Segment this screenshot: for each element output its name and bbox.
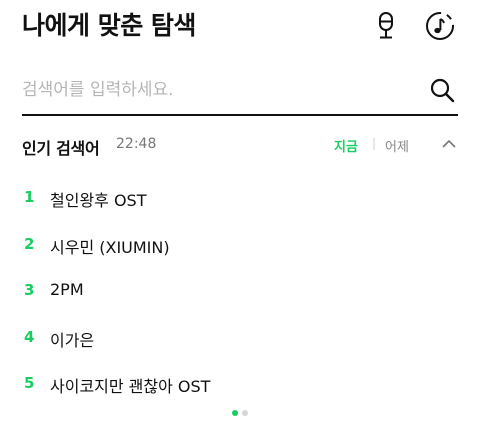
rank-number: 2 (24, 234, 35, 253)
trending-time: 22:48 (116, 136, 157, 152)
tab-yesterday[interactable]: 어제 (385, 136, 409, 155)
rank-number: 5 (24, 374, 35, 392)
rank-number: 4 (24, 327, 35, 346)
keyword-link[interactable]: 시우민 (XIUMIN) (50, 234, 170, 258)
rank-number: 1 (24, 188, 35, 206)
search-bar (22, 70, 458, 116)
microphone-icon (379, 12, 393, 39)
collapse-button[interactable] (440, 136, 458, 152)
search-page: 나에게 맞춘 탐색 인기 (0, 0, 480, 436)
chevron-up-icon (442, 139, 456, 148)
list-item[interactable]: 5 사이코지만 괜찮아 OST (22, 362, 458, 409)
keyword-link[interactable]: 사이코지만 괜찮아 OST (50, 373, 210, 397)
page-title: 나에게 맞춘 탐색 (22, 11, 196, 40)
voice-search-button[interactable] (372, 10, 400, 42)
header: 나에게 맞춘 탐색 (22, 8, 462, 44)
search-input[interactable] (22, 70, 412, 110)
search-button[interactable] (428, 76, 456, 104)
tab-divider: | (372, 136, 377, 150)
trending-header: 인기 검색어 22:48 지금 | 어제 (22, 132, 458, 160)
keyword-link[interactable]: 2PM (50, 280, 84, 299)
list-item[interactable]: 1 철인왕후 OST (22, 176, 458, 223)
list-item[interactable]: 2 시우민 (XIUMIN) (22, 223, 458, 270)
keyword-link[interactable]: 철인왕후 OST (50, 187, 147, 211)
page-dot-active[interactable] (232, 410, 238, 416)
trending-title: 인기 검색어 (22, 139, 100, 158)
list-item[interactable]: 4 이가은 (22, 316, 458, 363)
music-search-button[interactable] (424, 10, 456, 42)
tab-now[interactable]: 지금 (334, 136, 358, 155)
music-note-icon (426, 12, 454, 40)
page-indicator (232, 410, 252, 418)
page-dot[interactable] (242, 410, 248, 416)
keyword-link[interactable]: 이가은 (50, 327, 94, 351)
rank-number: 3 (24, 281, 35, 299)
search-icon (430, 78, 455, 103)
list-item[interactable]: 3 2PM (22, 269, 458, 316)
trending-list: 1 철인왕후 OST 2 시우민 (XIUMIN) 3 2PM 4 이가은 5 … (22, 176, 458, 409)
